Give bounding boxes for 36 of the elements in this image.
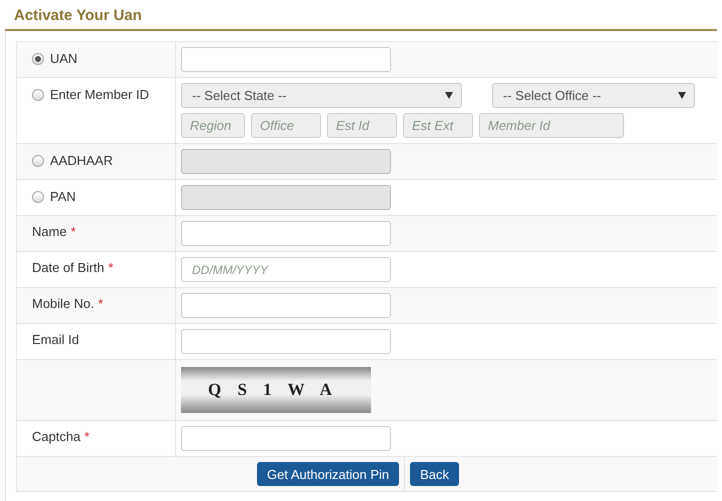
radio-button[interactable] <box>32 155 44 167</box>
submit-button[interactable]: Get Authorization Pin <box>257 462 400 486</box>
input-field[interactable]: Est Ext <box>403 113 473 138</box>
option-label: PAN <box>50 189 76 204</box>
input-field[interactable]: Est Id <box>327 113 397 138</box>
field-label: Captcha <box>32 429 80 444</box>
field-label: Name <box>32 224 67 239</box>
required-mark: * <box>70 224 76 239</box>
text-field[interactable] <box>181 329 391 354</box>
dropdown[interactable]: -- Select State -- <box>181 83 462 108</box>
option-label: Enter Member ID <box>50 87 149 102</box>
caret-icon <box>445 92 453 99</box>
dropdown[interactable]: -- Select Office -- <box>492 83 695 108</box>
option-label: UAN <box>50 51 78 66</box>
required-mark: * <box>98 296 104 311</box>
field-label: Email Id <box>32 332 79 347</box>
input-field[interactable]: Region <box>181 113 245 138</box>
required-mark: * <box>84 429 90 444</box>
option-label: AADHAAR <box>50 153 113 168</box>
field-label: Date of Birth <box>32 260 104 275</box>
input-field[interactable]: Office <box>251 113 321 138</box>
page-title: Activate Your Uan <box>13 6 143 26</box>
input-field[interactable]: Member Id <box>479 113 624 138</box>
required-mark: * <box>108 260 114 275</box>
radio-button[interactable] <box>32 89 44 101</box>
radio-button[interactable] <box>32 53 44 65</box>
field-label: Mobile No. <box>32 296 94 311</box>
text-field[interactable]: DD/MM/YYYY <box>181 257 391 282</box>
radio-button[interactable] <box>32 191 44 203</box>
text-field[interactable] <box>181 426 391 451</box>
back-button[interactable]: Back <box>410 462 460 486</box>
captcha-image: Q S 1 W A <box>181 367 371 413</box>
text-field[interactable] <box>181 47 391 72</box>
text-field[interactable] <box>181 293 391 318</box>
caret-icon <box>678 92 686 99</box>
text-field[interactable] <box>181 221 391 246</box>
